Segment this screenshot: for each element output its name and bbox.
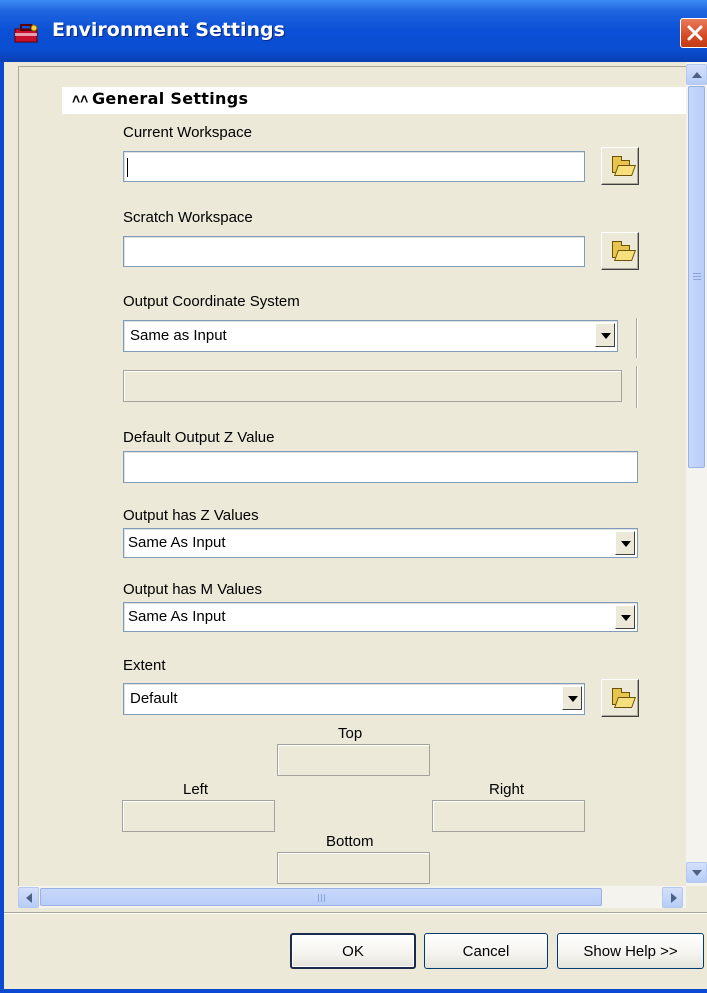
extent-right-label: Right xyxy=(489,781,525,798)
extent-top-input xyxy=(277,744,430,776)
output-has-m-selected: Same As Input xyxy=(128,608,226,625)
open-folder-icon xyxy=(612,156,630,173)
extent-left-input xyxy=(122,800,275,832)
section-title: General Settings xyxy=(92,89,249,108)
cancel-button[interactable]: Cancel xyxy=(424,933,548,969)
vertical-scroll-thumb[interactable] xyxy=(688,86,705,468)
chevron-down-icon[interactable] xyxy=(615,531,635,555)
extent-bottom-input xyxy=(277,852,430,884)
arrow-down-icon xyxy=(692,870,702,876)
scroll-right-button[interactable] xyxy=(662,887,683,908)
divider xyxy=(636,366,638,408)
arrow-up-icon xyxy=(692,72,702,78)
chevron-down-icon[interactable] xyxy=(595,323,615,347)
browse-scratch-workspace-button[interactable] xyxy=(601,232,639,270)
extent-bottom-label: Bottom xyxy=(326,833,374,850)
close-icon xyxy=(687,25,703,41)
chevron-down-icon[interactable] xyxy=(615,605,635,629)
output-coordinate-system-selected: Same as Input xyxy=(130,327,227,344)
toolbox-icon xyxy=(12,22,40,44)
default-output-z-input[interactable] xyxy=(123,451,638,483)
output-has-z-label: Output has Z Values xyxy=(123,507,259,524)
output-coordinate-system-label: Output Coordinate System xyxy=(123,293,300,310)
browse-current-workspace-button[interactable] xyxy=(601,147,639,185)
scratch-workspace-label: Scratch Workspace xyxy=(123,209,253,226)
coordinate-system-detail-field xyxy=(123,370,622,402)
extent-left-label: Left xyxy=(183,781,209,798)
open-folder-icon xyxy=(612,241,630,258)
scroll-left-button[interactable] xyxy=(18,887,39,908)
current-workspace-label: Current Workspace xyxy=(123,124,252,141)
scrollbar-corner xyxy=(686,886,707,908)
extent-dropdown[interactable]: Default xyxy=(123,683,585,715)
extent-right-input xyxy=(432,800,585,832)
ok-button[interactable]: OK xyxy=(290,933,416,969)
output-has-m-label: Output has M Values xyxy=(123,581,262,598)
output-has-z-dropdown[interactable]: Same As Input xyxy=(123,528,638,558)
output-has-m-dropdown[interactable]: Same As Input xyxy=(123,602,638,632)
close-button[interactable] xyxy=(680,18,707,48)
text-caret xyxy=(127,158,128,177)
output-coordinate-system-dropdown[interactable]: Same as Input xyxy=(123,320,618,352)
current-workspace-input[interactable] xyxy=(123,151,585,182)
open-folder-icon xyxy=(612,688,630,705)
horizontal-scroll-thumb[interactable] xyxy=(40,888,602,906)
divider xyxy=(636,318,638,358)
browse-extent-button[interactable] xyxy=(601,679,639,717)
chevron-down-icon[interactable] xyxy=(562,686,582,710)
scratch-workspace-input[interactable] xyxy=(123,236,585,267)
scroll-up-button[interactable] xyxy=(686,64,707,85)
extent-top-label: Top xyxy=(338,725,363,742)
show-help-button[interactable]: Show Help >> xyxy=(557,933,704,969)
default-output-z-label: Default Output Z Value xyxy=(123,429,275,446)
arrow-right-icon xyxy=(671,893,677,903)
footer-divider xyxy=(4,912,707,914)
extent-label: Extent xyxy=(123,657,166,674)
output-has-z-selected: Same As Input xyxy=(128,534,226,551)
collapse-chevron-icon[interactable]: ˄˄ xyxy=(72,91,88,107)
window-title: Environment Settings xyxy=(52,19,285,41)
arrow-left-icon xyxy=(26,893,32,903)
scroll-down-button[interactable] xyxy=(686,862,707,883)
extent-selected: Default xyxy=(130,690,178,707)
